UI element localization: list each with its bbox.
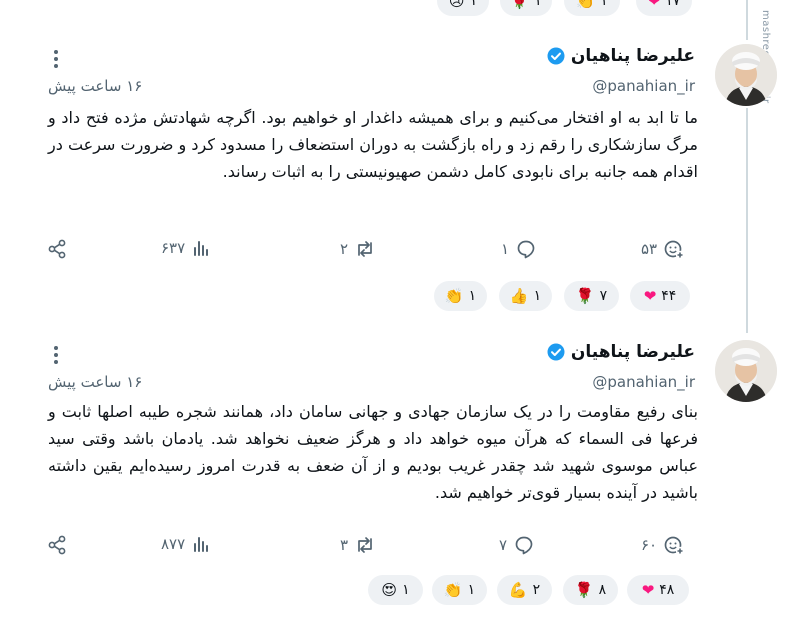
reaction-chip-heart[interactable]: ۴۴ ❤	[630, 281, 690, 311]
display-name[interactable]: علیرضا پناهیان	[547, 342, 695, 362]
views-button[interactable]: ۶۳۷	[161, 238, 211, 258]
rose-icon: 🌹	[574, 580, 594, 599]
reaction-chip-clap[interactable]: ۱ 👏	[564, 0, 620, 16]
reaction-count: ۱	[468, 288, 477, 304]
flexed-biceps-icon: 💪	[508, 580, 528, 599]
reaction-count: ۷	[599, 288, 608, 304]
author-name: علیرضا پناهیان	[570, 46, 695, 66]
smiley-add-icon	[664, 536, 685, 556]
reply-icon	[515, 536, 533, 555]
avatar[interactable]	[715, 44, 777, 106]
more-options-icon[interactable]	[50, 344, 62, 366]
reply-button[interactable]: ۱	[501, 238, 537, 260]
reaction-count: ۱	[600, 0, 608, 9]
react-button[interactable]: ۵۳	[641, 238, 685, 260]
views-count: ۶۳۷	[161, 239, 186, 257]
reaction-chip-heart[interactable]: ۴۸ ❤	[627, 575, 689, 605]
reaction-count: ۸	[598, 582, 607, 598]
reposts-count: ۳	[340, 536, 349, 554]
post: علیرضا پناهیان @panahian_ir ۱۶ ساعت پیش …	[0, 338, 800, 621]
repost-button[interactable]: ۳	[340, 534, 376, 556]
more-options-icon[interactable]	[50, 48, 62, 70]
reactions-count: ۶۰	[641, 536, 658, 554]
views-count: ۸۷۷	[161, 535, 186, 553]
rose-icon: 🌹	[575, 286, 595, 305]
avatar-image	[715, 340, 777, 402]
share-icon[interactable]	[46, 534, 68, 556]
post: علیرضا پناهیان @panahian_ir ۱۶ ساعت پیش …	[0, 42, 800, 322]
reaction-chip-flexed-biceps[interactable]: ۲ 💪	[497, 575, 552, 605]
react-button[interactable]: ۶۰	[641, 534, 685, 556]
handle[interactable]: @panahian_ir	[592, 373, 695, 391]
rose-icon: 🌹	[510, 0, 530, 10]
verified-badge-icon	[547, 343, 565, 361]
reaction-chip-rose[interactable]: ۱ 🌹	[500, 0, 552, 16]
clap-icon: 👏	[576, 0, 596, 10]
reaction-count: ۴۴	[661, 288, 677, 304]
heart-icon: ❤	[647, 0, 661, 10]
previous-post-reactions: ۱۷ ❤ ۱ 👏 ۱ 🌹 ۱ 😢	[0, 0, 800, 16]
reaction-count: ۱	[402, 582, 410, 598]
reply-icon	[517, 240, 535, 259]
reply-button[interactable]: ۷	[499, 534, 535, 556]
clap-icon: 👏	[443, 580, 463, 599]
reaction-count: ۱	[467, 582, 476, 598]
avatar-image	[715, 44, 777, 106]
reactions-count: ۵۳	[641, 240, 658, 258]
reaction-count: ۲	[532, 582, 541, 598]
display-name[interactable]: علیرضا پناهیان	[547, 46, 695, 66]
reaction-chip-thumbs-up[interactable]: ۱ 👍	[499, 281, 552, 311]
post-text: ما تا ابد به او افتخار می‌کنیم و برای هم…	[48, 108, 698, 181]
repost-icon	[358, 537, 372, 553]
views-chart-icon	[194, 537, 209, 552]
views-chart-icon	[194, 241, 209, 256]
post-text: بنای رفیع مقاومت را در یک سازمان جهادی و…	[48, 402, 698, 502]
share-icon[interactable]	[46, 238, 68, 260]
reaction-count: ۴۸	[659, 582, 675, 598]
avatar[interactable]	[715, 340, 777, 402]
reaction-count: ۱	[533, 288, 542, 304]
repost-button[interactable]: ۲	[340, 238, 376, 260]
handle[interactable]: @panahian_ir	[592, 77, 695, 95]
post-actions: ۵۳ ۱ ۲ ۶۳۷	[0, 238, 800, 264]
heart-eyes-icon: 😍	[381, 580, 398, 599]
reposts-count: ۲	[340, 240, 349, 258]
reaction-chip-heart[interactable]: ۱۷ ❤	[636, 0, 692, 16]
reaction-count: ۱۷	[665, 0, 681, 9]
repost-icon	[358, 241, 372, 257]
reaction-chip-clap[interactable]: ۱ 👏	[432, 575, 487, 605]
clap-icon: 👏	[444, 286, 464, 305]
reaction-chip-clap[interactable]: ۱ 👏	[434, 281, 487, 311]
timestamp: ۱۶ ساعت پیش	[48, 373, 143, 391]
views-button[interactable]: ۸۷۷	[161, 534, 211, 554]
reaction-count: ۱	[469, 0, 478, 9]
reaction-chip-heart-eyes[interactable]: ۱ 😍	[368, 575, 423, 605]
replies-count: ۱	[501, 240, 510, 258]
heart-icon: ❤	[643, 286, 657, 305]
replies-count: ۷	[499, 536, 508, 554]
author-name: علیرضا پناهیان	[570, 342, 695, 362]
smiley-add-icon	[664, 240, 685, 260]
post-actions: ۶۰ ۷ ۳ ۸۷۷	[0, 534, 800, 560]
sad-icon: 😢	[448, 0, 465, 10]
heart-icon: ❤	[641, 580, 655, 599]
timestamp: ۱۶ ساعت پیش	[48, 77, 143, 95]
reaction-chip-sad[interactable]: ۱ 😢	[437, 0, 489, 16]
verified-badge-icon	[547, 47, 565, 65]
thumbs-up-icon: 👍	[509, 286, 529, 305]
reaction-count: ۱	[534, 0, 542, 9]
reaction-chip-rose[interactable]: ۷ 🌹	[564, 281, 619, 311]
reaction-chip-rose[interactable]: ۸ 🌹	[563, 575, 618, 605]
